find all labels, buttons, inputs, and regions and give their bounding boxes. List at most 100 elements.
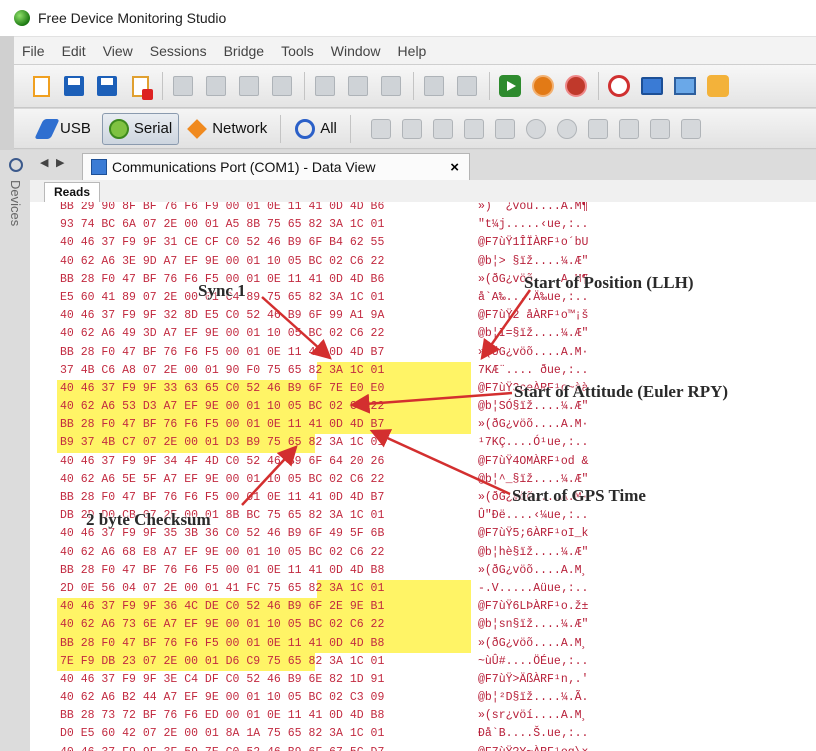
paste-button[interactable] bbox=[236, 72, 262, 100]
data-row[interactable]: 40 62 A6 49 3D A7 EF 9E 00 01 10 05 BC 0… bbox=[60, 325, 678, 343]
layout-icon[interactable] bbox=[680, 118, 701, 139]
data-row[interactable]: BB 28 73 72 BF 76 F6 ED 00 01 0E 11 41 0… bbox=[60, 707, 678, 725]
data-row[interactable]: 40 46 37 F9 9F 3F 59 7E C0 52 46 B9 6F 6… bbox=[60, 744, 678, 751]
ascii-text: Ðå`B....Š.ue‚:.. bbox=[478, 727, 589, 741]
ascii-text: "t¼j.....‹ue‚:.. bbox=[478, 218, 589, 232]
network-icon bbox=[187, 118, 208, 139]
devices-panel-tab[interactable]: Devices bbox=[0, 150, 31, 751]
find-button[interactable] bbox=[345, 72, 371, 100]
data-row[interactable]: B9 37 4B C7 07 2E 00 01 D3 B9 75 65 82 3… bbox=[57, 434, 678, 453]
settings-alt-button[interactable] bbox=[454, 72, 480, 100]
view-tab-strip: Reads bbox=[30, 180, 816, 203]
stop-button[interactable] bbox=[563, 72, 589, 100]
cut-button[interactable] bbox=[170, 72, 196, 100]
hex-bytes: BB 28 F0 47 BF 76 F6 F5 00 01 0E 11 41 0… bbox=[60, 636, 385, 650]
hex-bytes: 40 46 37 F9 9F 32 8D E5 C0 52 46 B9 6F 9… bbox=[60, 309, 385, 323]
data-row[interactable]: 40 62 A6 3E 9D A7 EF 9E 00 01 10 05 BC 0… bbox=[60, 253, 678, 271]
network-button[interactable]: Network bbox=[183, 113, 274, 145]
data-row[interactable]: 40 62 A6 68 E8 A7 EF 9E 00 01 10 05 BC 0… bbox=[60, 544, 678, 562]
tab-scroll-right-icon[interactable]: ▶ bbox=[56, 156, 64, 169]
menu-edit[interactable]: Edit bbox=[62, 43, 86, 59]
hex-bytes: 93 74 BC 6A 07 2E 00 01 A5 8B 75 65 82 3… bbox=[60, 218, 385, 232]
data-row[interactable]: BB 28 F0 47 BF 76 F6 F5 00 01 0E 11 41 0… bbox=[57, 416, 678, 435]
filter-button[interactable] bbox=[312, 72, 338, 100]
data-row[interactable]: 40 46 37 F9 9F 31 CE CF C0 52 46 B9 6F B… bbox=[60, 234, 678, 252]
delete-session-button[interactable] bbox=[127, 72, 153, 100]
grid-icon[interactable] bbox=[649, 118, 670, 139]
data-row[interactable]: BB 28 F0 47 BF 76 F6 F5 00 01 0E 11 41 0… bbox=[60, 344, 678, 362]
data-row[interactable]: 40 62 A6 B2 44 A7 EF 9E 00 01 10 05 BC 0… bbox=[60, 689, 678, 707]
clipboard-button[interactable] bbox=[269, 72, 295, 100]
menu-bridge[interactable]: Bridge bbox=[224, 43, 264, 59]
data-view[interactable]: BB 29 90 8F BF 76 F6 F9 00 01 0E 11 41 0… bbox=[30, 202, 816, 751]
usb-icon bbox=[34, 118, 60, 139]
ascii-text: @b¦hè§ïž....¼.Æ" bbox=[478, 545, 589, 559]
forward-icon[interactable] bbox=[556, 118, 577, 139]
chart-icon[interactable] bbox=[618, 118, 639, 139]
settings-alt-icon bbox=[457, 76, 477, 96]
hex-bytes: 40 62 A6 49 3D A7 EF 9E 00 01 10 05 BC 0… bbox=[60, 327, 385, 341]
toolbar-separator bbox=[162, 72, 163, 100]
data-row[interactable]: BB 28 F0 47 BF 76 F6 F5 00 01 0E 11 41 0… bbox=[57, 634, 678, 653]
stop-icon bbox=[565, 75, 587, 97]
document-tab-strip: ◀ ▶ Communications Port (COM1) - Data Vi… bbox=[30, 150, 816, 180]
annotation-position: Start of Position (LLH) bbox=[524, 273, 694, 292]
hex-bytes: BB 28 F0 47 BF 76 F6 F5 00 01 0E 11 41 0… bbox=[60, 272, 385, 286]
data-row[interactable]: 40 62 A6 73 6E A7 EF 9E 00 01 10 05 BC 0… bbox=[57, 616, 678, 635]
hex-bytes: BB 28 F0 47 BF 76 F6 F5 00 01 0E 11 41 0… bbox=[60, 491, 385, 504]
window-button[interactable] bbox=[672, 72, 698, 100]
pointer-remove-icon[interactable] bbox=[432, 118, 453, 139]
tab-scroll-left-icon[interactable]: ◀ bbox=[40, 156, 48, 169]
data-row[interactable]: 40 46 37 F9 9F 34 4F 4D C0 52 46 B9 6F 6… bbox=[60, 453, 678, 471]
menu-sessions[interactable]: Sessions bbox=[150, 43, 207, 59]
data-row[interactable]: 93 74 BC 6A 07 2E 00 01 A5 8B 75 65 82 3… bbox=[60, 216, 678, 234]
ascii-text: »(ðG¿vöõ....A.M¸ bbox=[478, 563, 589, 577]
save-all-button[interactable] bbox=[94, 72, 120, 100]
data-row[interactable]: 37 4B C6 A8 07 2E 00 01 90 F0 75 65 82 3… bbox=[60, 361, 678, 380]
find-next-icon bbox=[381, 76, 401, 96]
data-row[interactable]: 7E F9 DB 23 07 2E 00 01 D6 C9 75 65 82 3… bbox=[57, 652, 678, 671]
tab-reads[interactable]: Reads bbox=[44, 182, 101, 203]
data-row[interactable]: 2D 0E 56 04 07 2E 00 01 41 FC 75 65 82 3… bbox=[60, 579, 678, 599]
pause-button[interactable] bbox=[530, 72, 556, 100]
pointer-edit-icon[interactable] bbox=[463, 118, 484, 139]
data-row[interactable]: 40 46 37 F9 9F 36 4C DE C0 52 46 B9 6F 2… bbox=[57, 598, 678, 617]
data-row[interactable]: BB 28 F0 47 BF 76 F6 F5 00 01 0E 11 41 0… bbox=[60, 562, 678, 580]
monitor-button[interactable] bbox=[639, 72, 665, 100]
save-button[interactable] bbox=[61, 72, 87, 100]
link-icon[interactable] bbox=[587, 118, 608, 139]
tab-label: Communications Port (COM1) - Data View bbox=[112, 159, 376, 175]
back-icon[interactable] bbox=[525, 118, 546, 139]
all-button[interactable]: All bbox=[288, 113, 344, 145]
serial-button[interactable]: Serial bbox=[101, 112, 180, 145]
menu-help[interactable]: Help bbox=[398, 43, 427, 59]
bookmark-icon[interactable] bbox=[494, 118, 515, 139]
toolbar-separator bbox=[280, 114, 282, 143]
new-session-button[interactable] bbox=[28, 72, 54, 100]
data-row[interactable]: BB 29 90 8F BF 76 F6 F9 00 01 0E 11 41 0… bbox=[60, 202, 678, 216]
copy-button[interactable] bbox=[203, 72, 229, 100]
close-tab-icon[interactable]: × bbox=[450, 159, 459, 176]
data-row[interactable]: D0 E5 60 42 07 2E 00 01 8A 1A 75 65 82 3… bbox=[60, 725, 678, 743]
tab-data-view[interactable]: Communications Port (COM1) - Data View × bbox=[82, 153, 470, 180]
clock-icon bbox=[608, 75, 630, 97]
pointer-add-icon[interactable] bbox=[401, 118, 422, 139]
menu-window[interactable]: Window bbox=[331, 43, 381, 59]
ascii-text: @b¦²D§ïž....¼.Ã. bbox=[478, 691, 589, 705]
ascii-text: @b¦> §ïž....¼.Æ" bbox=[478, 254, 589, 268]
menu-view[interactable]: View bbox=[103, 43, 133, 59]
hex-bytes: 40 46 37 F9 9F 36 4C DE C0 52 46 B9 6F 2… bbox=[60, 600, 385, 614]
data-row[interactable]: 40 46 37 F9 9F 3E C4 DF C0 52 46 B9 6E 8… bbox=[60, 671, 678, 689]
pointer-icon[interactable] bbox=[370, 118, 391, 139]
users-button[interactable] bbox=[705, 72, 731, 100]
clock-button[interactable] bbox=[606, 72, 632, 100]
toolbar-separator bbox=[304, 72, 305, 100]
hex-bytes: B9 37 4B C7 07 2E 00 01 D3 B9 75 65 82 3… bbox=[60, 436, 385, 450]
start-button[interactable] bbox=[497, 72, 523, 100]
menu-file[interactable]: File bbox=[22, 43, 45, 59]
menu-tools[interactable]: Tools bbox=[281, 43, 314, 59]
settings-button[interactable] bbox=[421, 72, 447, 100]
data-row[interactable]: 40 46 37 F9 9F 32 8D E5 C0 52 46 B9 6F 9… bbox=[60, 307, 678, 325]
find-next-button[interactable] bbox=[378, 72, 404, 100]
usb-button[interactable]: USB bbox=[32, 113, 98, 145]
